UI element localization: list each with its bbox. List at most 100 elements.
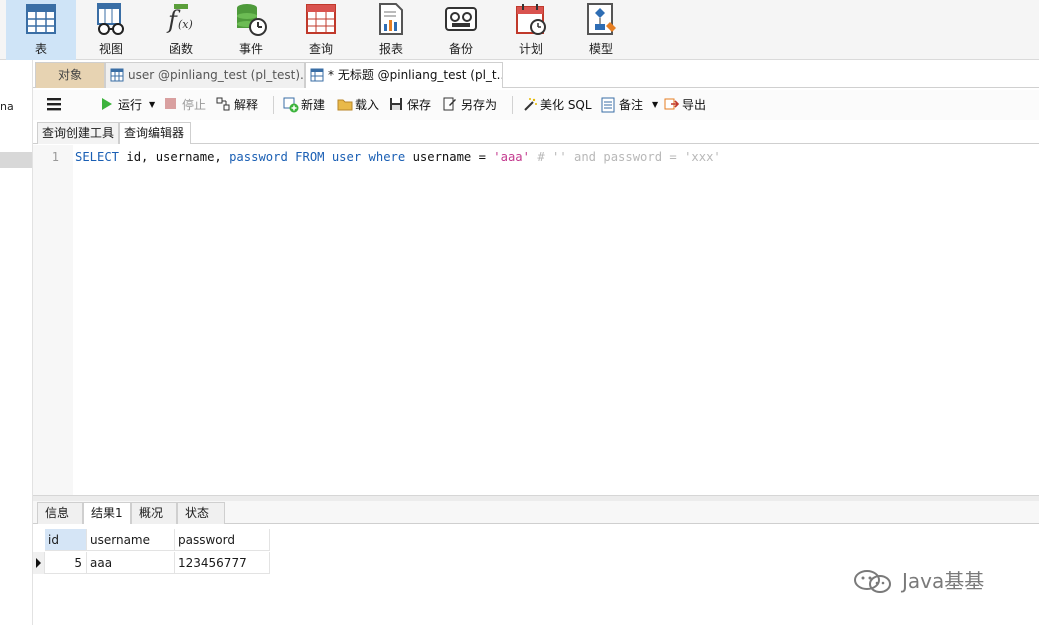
ribbon-query-label: 查询	[308, 42, 333, 56]
column-header-password[interactable]: password	[175, 529, 270, 551]
query-icon	[310, 68, 324, 82]
ribbon-schedule-button[interactable]: 计划	[496, 0, 566, 60]
tab-untitled-query-label: * 无标题 @pinliang_test (pl_t...	[328, 68, 503, 82]
backup-icon	[445, 7, 477, 31]
current-row-arrow-icon	[36, 558, 41, 568]
ribbon-model-label: 模型	[588, 42, 613, 56]
tab-objects[interactable]: 对象	[35, 62, 105, 88]
ribbon-table-label: 表	[34, 42, 47, 56]
ribbon-view-label: 视图	[98, 42, 123, 56]
export-icon	[664, 98, 680, 110]
ribbon-event-button[interactable]: 事件	[216, 0, 286, 60]
save-icon	[390, 98, 402, 110]
column-header-username[interactable]: username	[87, 529, 175, 551]
tab-untitled-query[interactable]: * 无标题 @pinliang_test (pl_t...	[305, 62, 503, 88]
save-as-icon	[443, 97, 456, 111]
stop-button[interactable]: 停止	[164, 95, 210, 115]
ribbon-model-button[interactable]: 模型	[566, 0, 636, 60]
watermark-text: Java基基	[902, 569, 985, 593]
query-icon	[306, 4, 336, 34]
navigator-selected-item[interactable]	[0, 152, 32, 168]
tab-info[interactable]: 信息	[37, 502, 83, 524]
save-button[interactable]: 保存	[389, 95, 435, 115]
sql-token: id, username,	[119, 150, 230, 164]
sql-token: username =	[405, 150, 494, 164]
run-dropdown-arrow-icon[interactable]: ▼	[149, 95, 155, 115]
tab-user-table[interactable]: user @pinliang_test (pl_test)...	[105, 62, 305, 88]
query-toolbar: 运行 ▼ 停止 解释 新建 载入 保存 另存为 美化 SQL 备注 ▼ 导出	[33, 90, 1039, 120]
magic-wand-icon	[524, 98, 537, 111]
new-query-icon	[283, 97, 299, 113]
sql-token: where	[368, 150, 406, 164]
table-cell-password[interactable]: 123456777	[175, 552, 270, 574]
view-icon	[97, 3, 124, 35]
ribbon-query-button[interactable]: 查询	[286, 0, 356, 60]
menu-button[interactable]	[47, 95, 63, 115]
line-number: 1	[51, 150, 59, 164]
explain-button[interactable]: 解释	[216, 95, 264, 115]
model-icon	[587, 3, 616, 35]
new-label: 新建	[301, 98, 326, 112]
navigator-item-fragment[interactable]: na	[0, 100, 14, 113]
sql-code-line[interactable]: SELECT id, username, password FROM user …	[75, 150, 721, 164]
ribbon-function-label: 函数	[168, 42, 193, 56]
svg-text:(x): (x)	[178, 18, 193, 31]
save-as-label: 另存为	[461, 98, 498, 112]
table-cell-username[interactable]: aaa	[87, 552, 175, 574]
note-dropdown-arrow-icon[interactable]: ▼	[652, 95, 658, 115]
wechat-icon	[854, 570, 891, 593]
tab-overview[interactable]: 概况	[131, 502, 177, 524]
note-label: 备注	[619, 98, 644, 112]
explain-label: 解释	[234, 98, 259, 112]
navigator-panel[interactable]: na	[0, 60, 33, 625]
note-button[interactable]: 备注 ▼	[601, 95, 659, 115]
sql-editor[interactable]: 1 SELECT id, username, password FROM use…	[33, 145, 1039, 495]
sql-token: user	[331, 150, 362, 164]
hamburger-icon	[47, 98, 61, 111]
explain-icon	[216, 97, 230, 111]
table-cell-id[interactable]: 5	[45, 552, 87, 574]
sql-token: FROM	[295, 150, 325, 164]
new-button[interactable]: 新建	[283, 95, 331, 115]
note-icon	[601, 97, 615, 113]
table-icon	[110, 68, 124, 82]
run-label: 运行	[118, 98, 143, 112]
row-indicator[interactable]	[33, 552, 45, 574]
ribbon-view-button[interactable]: 视图	[76, 0, 146, 60]
load-label: 载入	[355, 98, 380, 112]
export-button[interactable]: 导出	[664, 95, 712, 115]
column-header-id[interactable]: id	[45, 529, 87, 551]
save-label: 保存	[407, 98, 432, 112]
tab-query-builder[interactable]: 查询创建工具	[37, 122, 119, 144]
tab-result1[interactable]: 结果1	[83, 502, 131, 524]
ribbon-schedule-label: 计划	[518, 42, 543, 56]
function-icon: f (x)	[166, 4, 193, 34]
ribbon-table-button[interactable]: 表	[6, 0, 76, 60]
ribbon-backup-label: 备份	[448, 42, 473, 56]
table-icon	[26, 4, 56, 34]
tab-query-editor[interactable]: 查询编辑器	[119, 122, 191, 144]
save-as-button[interactable]: 另存为	[443, 95, 505, 115]
result-tab-bar: 信息 结果1 概况 状态	[33, 501, 1039, 524]
stop-label: 停止	[182, 98, 207, 112]
sql-token: password	[229, 150, 288, 164]
line-number-gutter: 1	[33, 145, 73, 495]
load-button[interactable]: 载入	[337, 95, 383, 115]
folder-icon	[337, 99, 353, 111]
beautify-sql-label: 美化 SQL	[540, 98, 592, 112]
tab-status[interactable]: 状态	[177, 502, 225, 524]
event-icon	[237, 4, 267, 36]
beautify-sql-button[interactable]: 美化 SQL	[522, 95, 594, 115]
ribbon-backup-button[interactable]: 备份	[426, 0, 496, 60]
toolbar-divider	[273, 96, 274, 114]
export-label: 导出	[682, 98, 707, 112]
tab-user-table-label: user @pinliang_test (pl_test)...	[128, 68, 305, 82]
sql-token: # '' and password = 'xxx'	[529, 150, 721, 164]
ribbon-function-button[interactable]: f (x) 函数	[146, 0, 216, 60]
toolbar-divider	[512, 96, 513, 114]
ribbon-report-button[interactable]: 报表	[356, 0, 426, 60]
report-icon	[379, 3, 403, 35]
run-button[interactable]: 运行 ▼	[100, 95, 160, 115]
sql-token: 'aaa'	[493, 150, 530, 164]
